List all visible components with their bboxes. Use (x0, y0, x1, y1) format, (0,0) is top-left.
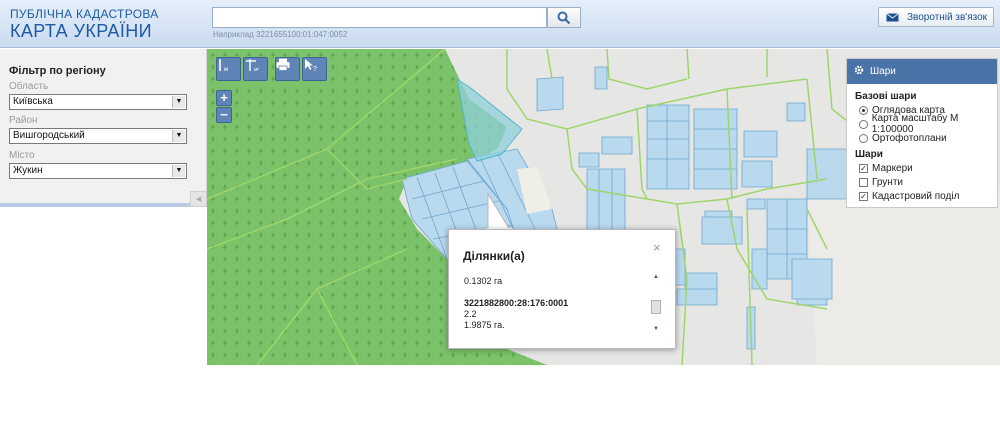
layers-panel: Шари Базові шари Оглядова карта Карта ма… (846, 58, 998, 208)
svg-text:м²: м² (254, 67, 259, 72)
svg-text:?: ? (313, 66, 317, 72)
radio[interactable] (859, 119, 868, 129)
first-parcel-area: 0.1302 га (464, 276, 503, 286)
search-box (212, 7, 581, 28)
radio-selected[interactable] (859, 105, 868, 115)
chevron-left-icon: ◀ (195, 196, 202, 203)
city-value: Жукин (13, 165, 43, 176)
checkbox-checked[interactable]: ✓ (859, 163, 868, 173)
base-layer-map-100000[interactable]: Карта масштабу М 1:100000 (859, 113, 997, 135)
logo-line-1: ПУБЛІЧНА КАДАСТРОВА (10, 7, 159, 21)
measure-line-button[interactable]: м (216, 57, 241, 81)
scroll-down-icon[interactable]: ▼ (653, 326, 659, 332)
search-button[interactable] (547, 7, 581, 28)
overlay-label: Грунти (872, 176, 903, 188)
svg-text:м: м (224, 67, 228, 72)
chevron-down-icon: ▼ (172, 130, 185, 142)
print-button[interactable] (275, 57, 300, 81)
search-hint: Наприклад 3221655100:01:047:0052 (213, 30, 348, 39)
print-icon (276, 58, 290, 71)
parcel-purpose: 2.2 (464, 309, 477, 319)
popup-scrollbar[interactable]: ▲ ▼ (651, 274, 662, 334)
parcel-area: 1.9875 га. (464, 320, 505, 330)
popup-pointer (487, 192, 513, 232)
base-layer-label: Ортофотоплани (872, 132, 947, 144)
city-label: Місто (9, 150, 35, 161)
logo-line-2: КАРТА УКРАЇНИ (10, 21, 152, 41)
measure-area-icon: м² (246, 59, 259, 72)
oblast-label: Область (9, 81, 49, 92)
identify-button[interactable]: ? (302, 57, 327, 81)
search-icon (557, 11, 571, 24)
close-icon[interactable]: × (653, 240, 661, 255)
filter-title: Фільтр по регіону (9, 65, 106, 77)
oblast-value: Київська (13, 96, 53, 107)
site-logo[interactable]: ПУБЛІЧНА КАДАСТРОВА КАРТА УКРАЇНИ (10, 8, 159, 40)
top-header: ПУБЛІЧНА КАДАСТРОВА КАРТА УКРАЇНИ Наприк… (0, 0, 1000, 48)
cadastral-number: 3221882800:28:176:0001 (464, 298, 569, 308)
layers-header[interactable]: Шари (847, 59, 997, 84)
rayon-value: Вишгородський (13, 130, 85, 141)
measure-area-button[interactable]: м² (243, 57, 268, 81)
scroll-thumb[interactable] (651, 300, 661, 314)
layers-title: Шари (870, 66, 896, 77)
measure-line-icon: м (219, 59, 228, 72)
overlay-markers[interactable]: ✓ Маркери (859, 162, 997, 174)
overlay-layers-title: Шари (855, 149, 883, 160)
envelope-icon (886, 12, 899, 21)
gear-icon (854, 65, 864, 78)
collapse-panel-button[interactable]: ◀ (190, 191, 207, 207)
zoom-out-button[interactable]: − (216, 107, 232, 123)
chevron-down-icon: ▼ (172, 96, 185, 108)
parcel-info-popup: Ділянки(а) × 0.1302 га 3221882800:28:176… (448, 229, 676, 349)
rayon-label: Район (9, 115, 38, 126)
search-input[interactable] (212, 7, 547, 28)
city-select[interactable]: Жукин ▼ (9, 163, 187, 179)
base-layers-title: Базові шари (855, 91, 917, 102)
overlay-label: Маркери (872, 162, 913, 174)
popup-title: Ділянки(а) (463, 249, 525, 263)
overlay-soils[interactable]: Грунти (859, 176, 997, 188)
feedback-label: Зворотній зв'язок (907, 11, 988, 23)
identify-icon: ? (305, 59, 317, 72)
zoom-in-button[interactable]: + (216, 90, 232, 106)
feedback-button[interactable]: Зворотній зв'язок (878, 7, 994, 27)
chevron-down-icon: ▼ (172, 165, 185, 177)
overlay-cadastral[interactable]: ✓ Кадастровий поділ (859, 190, 997, 202)
oblast-select[interactable]: Київська ▼ (9, 94, 187, 110)
region-filter-panel: Фільтр по регіону Область Київська ▼ Рай… (0, 49, 207, 207)
checkbox[interactable] (859, 177, 868, 187)
rayon-select[interactable]: Вишгородський ▼ (9, 128, 187, 144)
radio[interactable] (859, 133, 868, 143)
overlay-label: Кадастровий поділ (872, 190, 960, 202)
checkbox-checked[interactable]: ✓ (859, 191, 868, 201)
scroll-up-icon[interactable]: ▲ (653, 274, 659, 280)
